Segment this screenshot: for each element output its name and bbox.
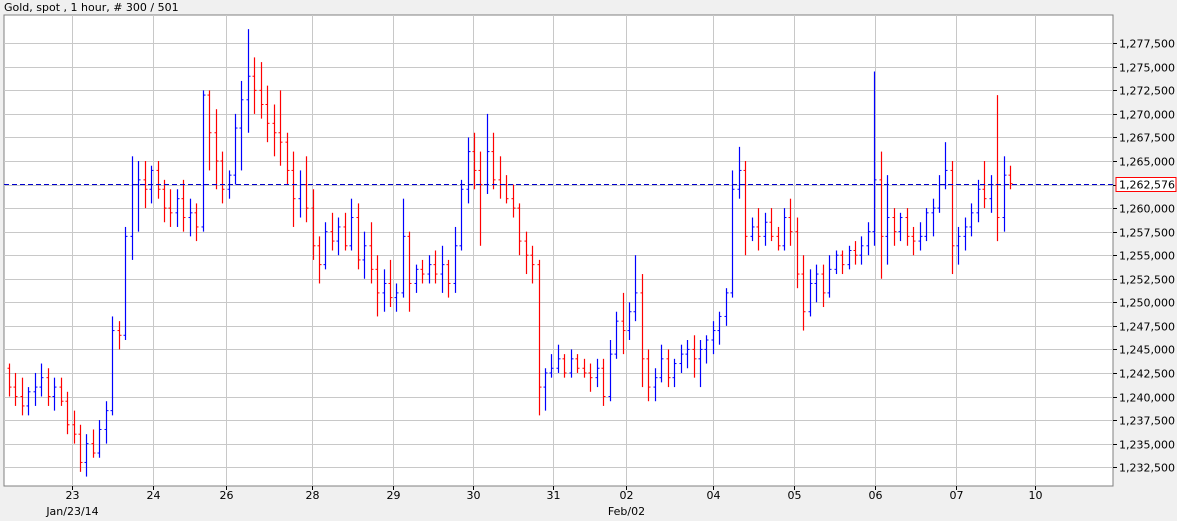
y-tick-label: 1,257,500 bbox=[1119, 227, 1175, 240]
y-tick-label: 1,252,500 bbox=[1119, 274, 1175, 287]
y-tick-label: 1,240,000 bbox=[1119, 392, 1175, 405]
x-tick-label: 26 bbox=[220, 489, 234, 502]
x-tick-label: 04 bbox=[707, 489, 721, 502]
y-tick-label: 1,272,500 bbox=[1119, 85, 1175, 98]
x-tick-label: 07 bbox=[950, 489, 964, 502]
y-axis: 1,232,500 1,235,000 1,237,500 1,240,000 1,24… bbox=[1113, 38, 1175, 475]
y-tick-label: 1,250,000 bbox=[1119, 297, 1175, 310]
x-tick-label: 02 bbox=[620, 489, 634, 502]
x-tick-label: 23 bbox=[66, 489, 80, 502]
x-tick-label: 24 bbox=[147, 489, 161, 502]
y-tick-label: 1,267,500 bbox=[1119, 132, 1175, 145]
y-tick-label: 1,275,000 bbox=[1119, 62, 1175, 75]
x-tick-label: 06 bbox=[869, 489, 883, 502]
y-tick-label: 1,255,000 bbox=[1119, 250, 1175, 263]
x-tick-label: 05 bbox=[788, 489, 802, 502]
y-tick-label: 1,232,500 bbox=[1119, 462, 1175, 475]
y-tick-label: 1,245,000 bbox=[1119, 344, 1175, 357]
last-price-label: 1,262,576 bbox=[1119, 179, 1175, 192]
x-tick-label: 29 bbox=[387, 489, 401, 502]
x-axis: 23 Jan/23/14 24 26 28 29 30 31 02 Feb/02 04 05 06 07 1… bbox=[45, 486, 1043, 518]
y-tick-label: 1,237,500 bbox=[1119, 415, 1175, 428]
x-tick-label: 10 bbox=[1029, 489, 1043, 502]
price-chart[interactable]: 1,232,500 1,235,000 1,237,500 1,240,000 1,24… bbox=[0, 0, 1177, 521]
y-tick-label: 1,235,000 bbox=[1119, 439, 1175, 452]
y-tick-label: 1,270,000 bbox=[1119, 109, 1175, 122]
y-tick-label: 1,277,500 bbox=[1119, 38, 1175, 51]
x-tick-label: 31 bbox=[547, 489, 561, 502]
x-date-label: Jan/23/14 bbox=[45, 505, 98, 518]
y-tick-label: 1,260,000 bbox=[1119, 203, 1175, 216]
x-date-label: Feb/02 bbox=[608, 505, 645, 518]
y-tick-label: 1,247,500 bbox=[1119, 321, 1175, 334]
chart-window: Gold, spot , 1 hour, # 300 / 501 1,232,5… bbox=[0, 0, 1177, 521]
y-tick-label: 1,242,500 bbox=[1119, 368, 1175, 381]
x-tick-label: 30 bbox=[467, 489, 481, 502]
y-tick-label: 1,265,000 bbox=[1119, 156, 1175, 169]
plot-area bbox=[3, 14, 1114, 487]
x-tick-label: 28 bbox=[306, 489, 320, 502]
